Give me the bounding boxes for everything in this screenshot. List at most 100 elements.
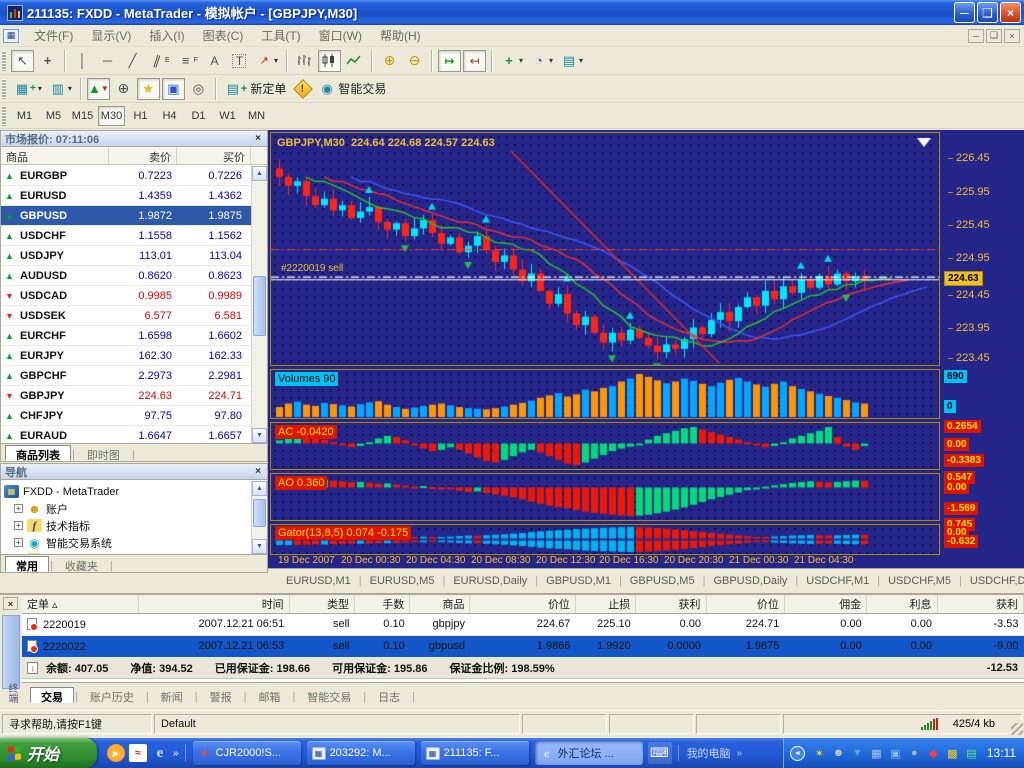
task-button[interactable]: e外汇论坛 ... bbox=[535, 741, 643, 765]
navigator-tab[interactable]: 收藏夹 bbox=[54, 556, 109, 572]
shield-icon[interactable]: ▼ bbox=[850, 746, 865, 761]
alert-button[interactable]: ! bbox=[291, 78, 314, 100]
market-watch-close-icon[interactable]: × bbox=[253, 133, 263, 144]
chart-tab[interactable]: USDCHF,M1 bbox=[798, 572, 877, 590]
desktop-toolbar[interactable]: 我的电脑 » bbox=[678, 745, 745, 761]
restore-button[interactable]: ❑ bbox=[977, 2, 998, 23]
market-watch-row[interactable]: ▲USDJPY113.01113.04 bbox=[1, 246, 251, 266]
market-watch-row[interactable]: ▲GBPCHF2.29732.2981 bbox=[1, 366, 251, 386]
close-button[interactable]: × bbox=[1000, 2, 1021, 23]
chart-tab[interactable]: EURUSD,Daily bbox=[445, 572, 535, 590]
minimize-button[interactable]: ─ bbox=[954, 2, 975, 23]
market-watch-row[interactable]: ▲EURJPY162.30162.33 bbox=[1, 346, 251, 366]
column-header[interactable]: 时间 bbox=[139, 595, 290, 613]
menu-item[interactable]: 图表(C) bbox=[194, 26, 253, 46]
ac-pane[interactable]: AC -0.0420 bbox=[270, 422, 940, 470]
terminal-close-icon[interactable]: × bbox=[3, 597, 18, 610]
vertical-line-button[interactable]: │ bbox=[71, 50, 94, 72]
chart-shift-button[interactable]: ↤ bbox=[463, 50, 486, 72]
period-button-H4[interactable]: H4 bbox=[156, 106, 183, 126]
strategy-tester-button[interactable]: ◎ bbox=[187, 78, 210, 100]
scrollbar-thumb[interactable] bbox=[253, 276, 266, 336]
terminal-tab[interactable]: 警报 bbox=[199, 687, 243, 703]
navigator-toggle-button[interactable]: ★ bbox=[137, 78, 160, 100]
market-watch-row[interactable]: ▼GBPJPY224.63224.71 bbox=[1, 386, 251, 406]
order-row[interactable]: 22200192007.12.21 06:51sell0.10gbpjpy224… bbox=[22, 613, 1024, 635]
column-header[interactable]: 类型 bbox=[289, 595, 354, 613]
column-header[interactable]: 获利 bbox=[636, 595, 706, 613]
line-chart-button[interactable] bbox=[343, 50, 366, 72]
column-ask[interactable]: 买价 bbox=[177, 147, 251, 164]
navigator-item[interactable]: +☻账户 bbox=[4, 500, 251, 517]
trendline-button[interactable]: ╱ bbox=[121, 50, 144, 72]
expand-icon[interactable]: + bbox=[14, 538, 23, 547]
market-watch-toggle-button[interactable]: ▲▼ bbox=[87, 78, 110, 100]
chart-tab[interactable]: GBPUSD,M1 bbox=[538, 572, 619, 590]
child-minimize-button[interactable]: ─ bbox=[968, 29, 984, 43]
spark-icon[interactable]: ✶ bbox=[812, 746, 827, 761]
audio-icon[interactable]: ● bbox=[907, 746, 922, 761]
expand-icon[interactable]: + bbox=[14, 504, 23, 513]
chart-tab[interactable]: USDCHF,M5 bbox=[880, 572, 959, 590]
scroll-up-icon[interactable]: ▲ bbox=[252, 481, 267, 496]
expert-advisors-button[interactable]: ◉智能交易 bbox=[316, 78, 389, 100]
column-bid[interactable]: 卖价 bbox=[109, 147, 177, 164]
chart-tab[interactable]: GBPUSD,M5 bbox=[622, 572, 703, 590]
terminal-tab[interactable]: 邮箱 bbox=[247, 687, 291, 703]
child-close-button[interactable]: × bbox=[1004, 29, 1020, 43]
stock-chart-icon[interactable]: ≈ bbox=[129, 744, 147, 762]
fibonacci-button[interactable]: ≡F bbox=[175, 50, 201, 72]
chart-tab[interactable]: EURUSD,M1 bbox=[278, 572, 359, 590]
market-watch-row[interactable]: ▲EURAUD1.66471.6657 bbox=[1, 426, 251, 443]
terminal-drag-handle[interactable] bbox=[2, 615, 20, 689]
terminal-tab[interactable]: 新闻 bbox=[150, 687, 194, 703]
horizontal-line-button[interactable]: ─ bbox=[96, 50, 119, 72]
market-watch-row[interactable]: ▲GBPUSD1.98721.9875 bbox=[1, 206, 251, 226]
updown-icon[interactable]: ◆ bbox=[926, 746, 941, 761]
internet-explorer-icon[interactable]: e bbox=[151, 744, 169, 762]
market-watch-title-bar[interactable]: 市场报价: 07:11:06 × bbox=[1, 131, 267, 147]
market-watch-row[interactable]: ▲EURCHF1.65981.6602 bbox=[1, 326, 251, 346]
ao-pane[interactable]: AO 0.360 bbox=[270, 473, 940, 521]
market-watch-row[interactable]: ▲EURGBP0.72230.7226 bbox=[1, 166, 251, 186]
period-button-D1[interactable]: D1 bbox=[185, 106, 212, 126]
navigator-item[interactable]: +◉智能交易系统 bbox=[4, 534, 251, 551]
scroll-up-icon[interactable]: ▲ bbox=[252, 166, 267, 181]
navigator-item[interactable]: +f技术指标 bbox=[4, 517, 251, 534]
navigator-close-icon[interactable]: × bbox=[253, 466, 263, 477]
market-watch-scrollbar[interactable]: ▲ ▼ bbox=[251, 166, 267, 443]
column-header[interactable]: 定单 ▵ bbox=[22, 595, 139, 613]
cursor-button[interactable]: ↖ bbox=[11, 50, 34, 72]
terminal-toggle-button[interactable]: ▣ bbox=[162, 78, 185, 100]
market-watch-tab[interactable]: 商品列表 bbox=[5, 445, 71, 461]
column-header[interactable]: 价位 bbox=[706, 595, 784, 613]
child-restore-button[interactable]: ❑ bbox=[986, 29, 1002, 43]
market-watch-row[interactable]: ▲CHFJPY97.7597.80 bbox=[1, 406, 251, 426]
zoom-out-button[interactable]: ⊖ bbox=[403, 50, 426, 72]
toolbar-grip[interactable] bbox=[2, 79, 6, 99]
volumes-canvas[interactable] bbox=[271, 370, 939, 418]
toolbar-grip[interactable] bbox=[2, 106, 6, 126]
balance-row[interactable]: ↓ 余额: 407.05净值: 394.52已用保证金: 198.66可用保证金… bbox=[22, 658, 1024, 679]
navigator-title-bar[interactable]: 导航 × bbox=[1, 464, 267, 480]
menu-item[interactable]: 帮助(H) bbox=[371, 26, 430, 46]
network-icon[interactable]: ▣ bbox=[888, 746, 903, 761]
resize-grip[interactable] bbox=[1011, 723, 1023, 735]
auto-scroll-button[interactable]: ↦ bbox=[438, 50, 461, 72]
scrollbar-thumb[interactable] bbox=[253, 499, 266, 527]
start-button[interactable]: 开始 bbox=[0, 738, 97, 768]
navigator-tab[interactable]: 常用 bbox=[5, 556, 49, 572]
column-header[interactable]: 商品 bbox=[410, 595, 470, 613]
column-header[interactable]: 获利 bbox=[937, 595, 1023, 613]
column-header[interactable]: 佣金 bbox=[784, 595, 866, 613]
user-icon[interactable]: ☻ bbox=[831, 746, 846, 761]
time-axis[interactable]: 19 Dec 200720 Dec 00:3020 Dec 04:3020 De… bbox=[270, 555, 942, 568]
menu-item[interactable]: 工具(T) bbox=[252, 26, 309, 46]
chart-tab[interactable]: USDCHF,D bbox=[962, 572, 1024, 590]
gator-pane[interactable]: Gator(13,8,5) 0.074 -0.175 bbox=[270, 524, 940, 555]
toolbar-grip[interactable] bbox=[2, 51, 6, 71]
order-row[interactable]: 22200222007.12.21 06:53sell0.10gbpusd1.9… bbox=[22, 635, 1024, 657]
main-chart-pane[interactable]: GBPJPY,M30 224.64 224.68 224.57 224.63 #… bbox=[270, 132, 940, 366]
desktop-overflow-icon[interactable]: » bbox=[737, 748, 743, 759]
expand-icon[interactable]: + bbox=[14, 521, 23, 530]
